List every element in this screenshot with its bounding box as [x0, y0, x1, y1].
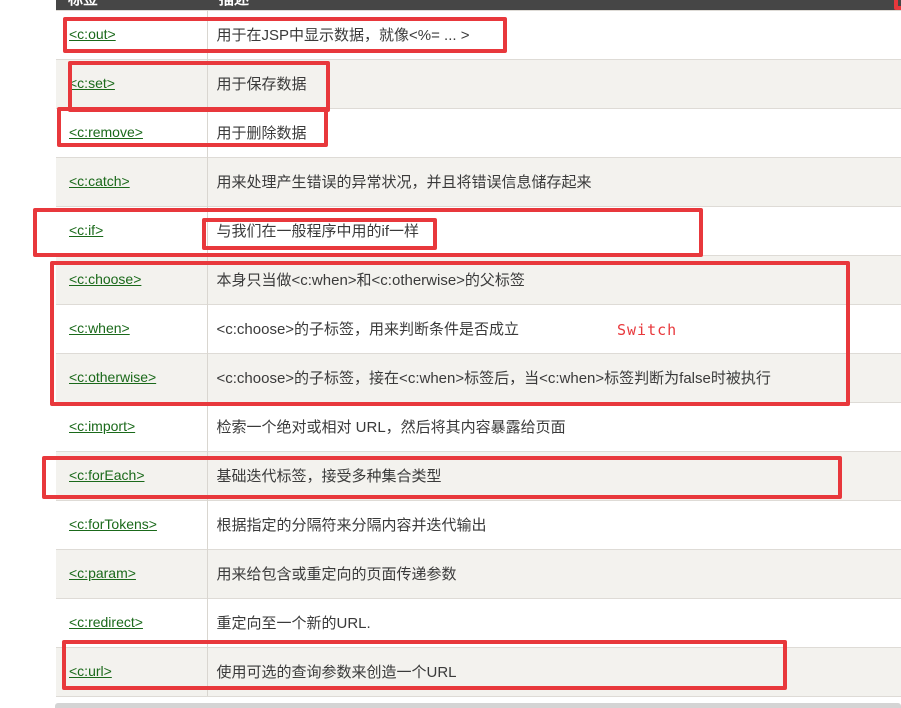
table-header: 标签 描述	[56, 0, 901, 10]
description-cell: 用来给包含或重定向的页面传递参数	[207, 549, 901, 598]
page: 标签 描述 <c:out> 用于在JSP中显示数据，就像<%= ... > <c:s…	[0, 0, 901, 708]
description-cell: <c:choose>的子标签，用来判断条件是否成立	[207, 304, 901, 353]
tag-description: 使用可选的查询参数来创造一个URL	[217, 664, 457, 681]
tag-description: 本身只当做<c:when>和<c:otherwise>的父标签	[217, 272, 525, 289]
tag-description: 根据指定的分隔符来分隔内容并迭代输出	[217, 517, 487, 534]
description-cell: 本身只当做<c:when>和<c:otherwise>的父标签	[207, 255, 901, 304]
table-row: <c:url> 使用可选的查询参数来创造一个URL	[56, 647, 901, 696]
tag-description: 用来给包含或重定向的页面传递参数	[217, 566, 457, 583]
column-header-description: 描述	[207, 0, 901, 10]
tag-link[interactable]: <c:param>	[69, 565, 136, 581]
tag-cell: <c:when>	[56, 304, 207, 353]
table-row: <c:when> <c:choose>的子标签，用来判断条件是否成立	[56, 304, 901, 353]
tag-cell: <c:catch>	[56, 157, 207, 206]
description-cell: 用于删除数据	[207, 108, 901, 157]
tag-link[interactable]: <c:out>	[69, 26, 116, 42]
table-row: <c:set> 用于保存数据	[56, 59, 901, 108]
header-row: 标签 描述	[56, 0, 901, 10]
table-row: <c:param> 用来给包含或重定向的页面传递参数	[56, 549, 901, 598]
tag-description: 用于保存数据	[217, 76, 307, 93]
tag-link[interactable]: <c:when>	[69, 320, 130, 336]
table-row: <c:choose> 本身只当做<c:when>和<c:otherwise>的父标…	[56, 255, 901, 304]
tag-cell: <c:otherwise>	[56, 353, 207, 402]
jstl-core-tags-table: 标签 描述 <c:out> 用于在JSP中显示数据，就像<%= ... > <c:s…	[56, 0, 901, 697]
table-row: <c:catch> 用来处理产生错误的异常状况，并且将错误信息储存起来	[56, 157, 901, 206]
table-row: <c:forTokens> 根据指定的分隔符来分隔内容并迭代输出	[56, 500, 901, 549]
table-row: <c:redirect> 重定向至一个新的URL.	[56, 598, 901, 647]
description-cell: 重定向至一个新的URL.	[207, 598, 901, 647]
column-header-tag: 标签	[56, 0, 207, 10]
tag-description: <c:choose>的子标签，接在<c:when>标签后，当<c:when>标签…	[217, 370, 771, 387]
tag-link[interactable]: <c:redirect>	[69, 614, 143, 630]
tag-link[interactable]: <c:remove>	[69, 124, 143, 140]
description-cell: 与我们在一般程序中用的if一样	[207, 206, 901, 255]
tag-link[interactable]: <c:catch>	[69, 173, 130, 189]
tag-cell: <c:redirect>	[56, 598, 207, 647]
description-cell: 检索一个绝对或相对 URL，然后将其内容暴露给页面	[207, 402, 901, 451]
tag-cell: <c:out>	[56, 10, 207, 59]
tag-description: 与我们在一般程序中用的if一样	[217, 223, 420, 240]
tag-description: 用于在JSP中显示数据，就像<%= ... >	[217, 27, 470, 44]
tag-description: 用来处理产生错误的异常状况，并且将错误信息储存起来	[217, 174, 592, 191]
table-row: <c:remove> 用于删除数据	[56, 108, 901, 157]
tag-description: 用于删除数据	[217, 125, 307, 142]
description-cell: <c:choose>的子标签，接在<c:when>标签后，当<c:when>标签…	[207, 353, 901, 402]
tag-link[interactable]: <c:forTokens>	[69, 516, 157, 532]
description-cell: 用来处理产生错误的异常状况，并且将错误信息储存起来	[207, 157, 901, 206]
tag-cell: <c:remove>	[56, 108, 207, 157]
tag-link[interactable]: <c:if>	[69, 222, 103, 238]
tag-description: <c:choose>的子标签，用来判断条件是否成立	[217, 321, 520, 338]
tag-cell: <c:set>	[56, 59, 207, 108]
table-row: <c:out> 用于在JSP中显示数据，就像<%= ... >	[56, 10, 901, 59]
bottom-divider-bar	[55, 703, 901, 708]
table-row: <c:forEach> 基础迭代标签，接受多种集合类型	[56, 451, 901, 500]
tag-link[interactable]: <c:otherwise>	[69, 369, 156, 385]
tag-cell: <c:forTokens>	[56, 500, 207, 549]
description-cell: 用于在JSP中显示数据，就像<%= ... >	[207, 10, 901, 59]
tag-link[interactable]: <c:url>	[69, 663, 112, 679]
tag-cell: <c:url>	[56, 647, 207, 696]
tag-link[interactable]: <c:import>	[69, 418, 135, 434]
tag-link[interactable]: <c:forEach>	[69, 467, 145, 483]
tag-cell: <c:forEach>	[56, 451, 207, 500]
description-cell: 根据指定的分隔符来分隔内容并迭代输出	[207, 500, 901, 549]
description-cell: 基础迭代标签，接受多种集合类型	[207, 451, 901, 500]
table-row: <c:import> 检索一个绝对或相对 URL，然后将其内容暴露给页面	[56, 402, 901, 451]
tag-description: 基础迭代标签，接受多种集合类型	[217, 468, 442, 485]
description-cell: 使用可选的查询参数来创造一个URL	[207, 647, 901, 696]
tag-description: 检索一个绝对或相对 URL，然后将其内容暴露给页面	[217, 419, 566, 436]
description-cell: 用于保存数据	[207, 59, 901, 108]
tag-cell: <c:choose>	[56, 255, 207, 304]
table-row: <c:otherwise> <c:choose>的子标签，接在<c:when>标签…	[56, 353, 901, 402]
table-row: <c:if> 与我们在一般程序中用的if一样	[56, 206, 901, 255]
tag-cell: <c:if>	[56, 206, 207, 255]
tag-description: 重定向至一个新的URL.	[217, 615, 371, 632]
tag-link[interactable]: <c:choose>	[69, 271, 141, 287]
tag-cell: <c:param>	[56, 549, 207, 598]
tag-link[interactable]: <c:set>	[69, 75, 115, 91]
tag-cell: <c:import>	[56, 402, 207, 451]
table-body: <c:out> 用于在JSP中显示数据，就像<%= ... > <c:set> 用于保…	[56, 10, 901, 696]
